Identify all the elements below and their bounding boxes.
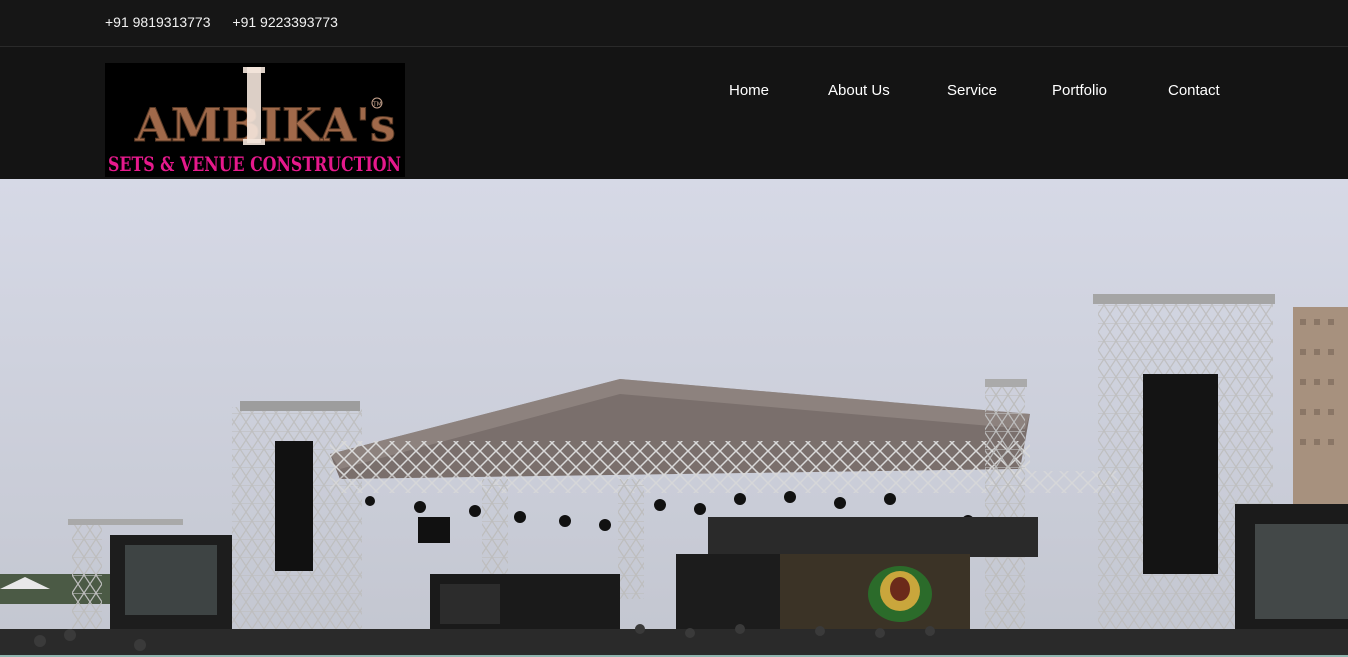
phone-link-2[interactable]: +91 9223393773	[232, 14, 338, 30]
site-logo[interactable]: AMBIKA's TM SETS & VENUE CONSTRUCTION	[105, 63, 405, 177]
nav-portfolio[interactable]: Portfolio	[1052, 82, 1107, 99]
phone-numbers: +91 9819313773 +91 9223393773	[105, 14, 356, 30]
logo-tagline: SETS & VENUE CONSTRUCTION	[108, 153, 401, 176]
svg-text:TM: TM	[372, 101, 382, 108]
nav-service[interactable]: Service	[947, 82, 997, 99]
hero-banner-image	[0, 179, 1348, 655]
stage-photo	[0, 179, 1348, 655]
main-nav: Home About Us Service Portfolio Contact	[0, 82, 1348, 102]
nav-home[interactable]: Home	[729, 82, 769, 99]
phone-link-1[interactable]: +91 9819313773	[105, 14, 211, 30]
site-header: AMBIKA's TM SETS & VENUE CONSTRUCTION Ho…	[0, 48, 1348, 179]
logo-graphic: AMBIKA's TM SETS & VENUE CONSTRUCTION	[105, 63, 405, 177]
nav-contact[interactable]: Contact	[1168, 82, 1220, 99]
nav-about-us[interactable]: About Us	[828, 82, 890, 99]
top-bar: +91 9819313773 +91 9223393773	[0, 0, 1348, 47]
